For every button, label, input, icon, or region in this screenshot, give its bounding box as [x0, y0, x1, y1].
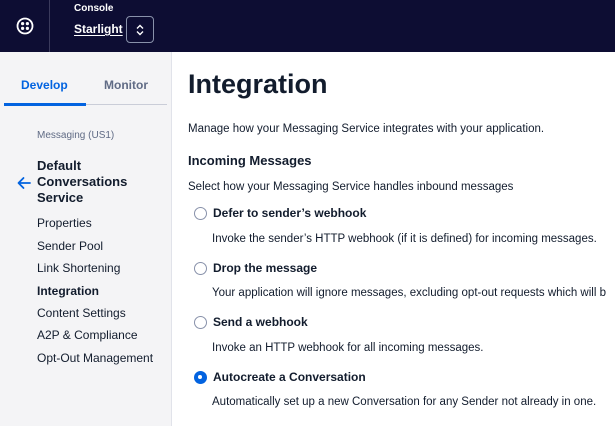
radio-option-help: Invoke an HTTP webhook for all incoming …: [212, 342, 484, 354]
radio-option-label: Autocreate a Conversation: [213, 370, 366, 384]
tab-develop[interactable]: Develop: [21, 78, 68, 92]
sidebar-item-a2p-compliance[interactable]: A2P & Compliance: [37, 328, 138, 342]
page-title: Integration: [188, 69, 328, 99]
radio-option-drop-the-message[interactable]: Drop the message: [194, 261, 317, 275]
arrow-left-icon[interactable]: [15, 174, 33, 192]
sidebar-tabs: Develop Monitor: [4, 52, 167, 106]
console-label: Console: [74, 3, 114, 14]
radio-option-label: Defer to sender’s webhook: [213, 206, 367, 220]
radio-option-help: Automatically set up a new Conversation …: [212, 396, 597, 408]
sidebar-item-integration[interactable]: Integration: [37, 284, 99, 298]
sidebar: Develop Monitor Messaging (US1) Default …: [0, 52, 172, 426]
section-title-incoming-messages: Incoming Messages: [188, 153, 312, 168]
top-bar: Console Starlight: [0, 0, 615, 52]
radio-option-help: Your application will ignore messages, e…: [212, 287, 606, 299]
radio-button[interactable]: [194, 261, 207, 275]
radio-option-label: Drop the message: [213, 261, 318, 275]
radio-option-defer-to-sender-webhook[interactable]: Defer to sender’s webhook: [194, 206, 366, 220]
tab-monitor[interactable]: Monitor: [104, 78, 148, 92]
sidebar-item-sender-pool[interactable]: Sender Pool: [37, 239, 103, 253]
sidebar-item-opt-out-management[interactable]: Opt-Out Management: [37, 351, 153, 365]
section-description: Select how your Messaging Service handle…: [188, 181, 514, 193]
sidebar-item-link-shortening[interactable]: Link Shortening: [37, 261, 120, 275]
radio-option-send-a-webhook[interactable]: Send a webhook: [194, 315, 308, 329]
radio-button[interactable]: [194, 206, 207, 220]
page-description: Manage how your Messaging Service integr…: [188, 123, 545, 135]
service-name: Default Conversations Service: [37, 158, 128, 205]
chevron-up-down-icon: [136, 24, 144, 35]
sidebar-item-properties[interactable]: Properties: [37, 216, 92, 230]
account-switcher-button[interactable]: [126, 16, 154, 43]
main-content: Integration Manage how your Messaging Se…: [173, 52, 615, 426]
service-scope-label: Messaging (US1): [37, 130, 115, 141]
radio-option-help: Invoke the sender’s HTTP webhook (if it …: [212, 233, 597, 245]
radio-button[interactable]: [194, 315, 207, 329]
radio-option-autocreate-a-conversation[interactable]: Autocreate a Conversation: [194, 370, 366, 384]
sidebar-item-content-settings[interactable]: Content Settings: [37, 306, 126, 320]
twilio-logo-icon[interactable]: [0, 0, 50, 52]
radio-option-label: Send a webhook: [213, 315, 308, 329]
active-tab-indicator: [4, 103, 86, 106]
account-name-link[interactable]: Starlight: [74, 22, 123, 36]
radio-button-selected[interactable]: [194, 370, 207, 384]
